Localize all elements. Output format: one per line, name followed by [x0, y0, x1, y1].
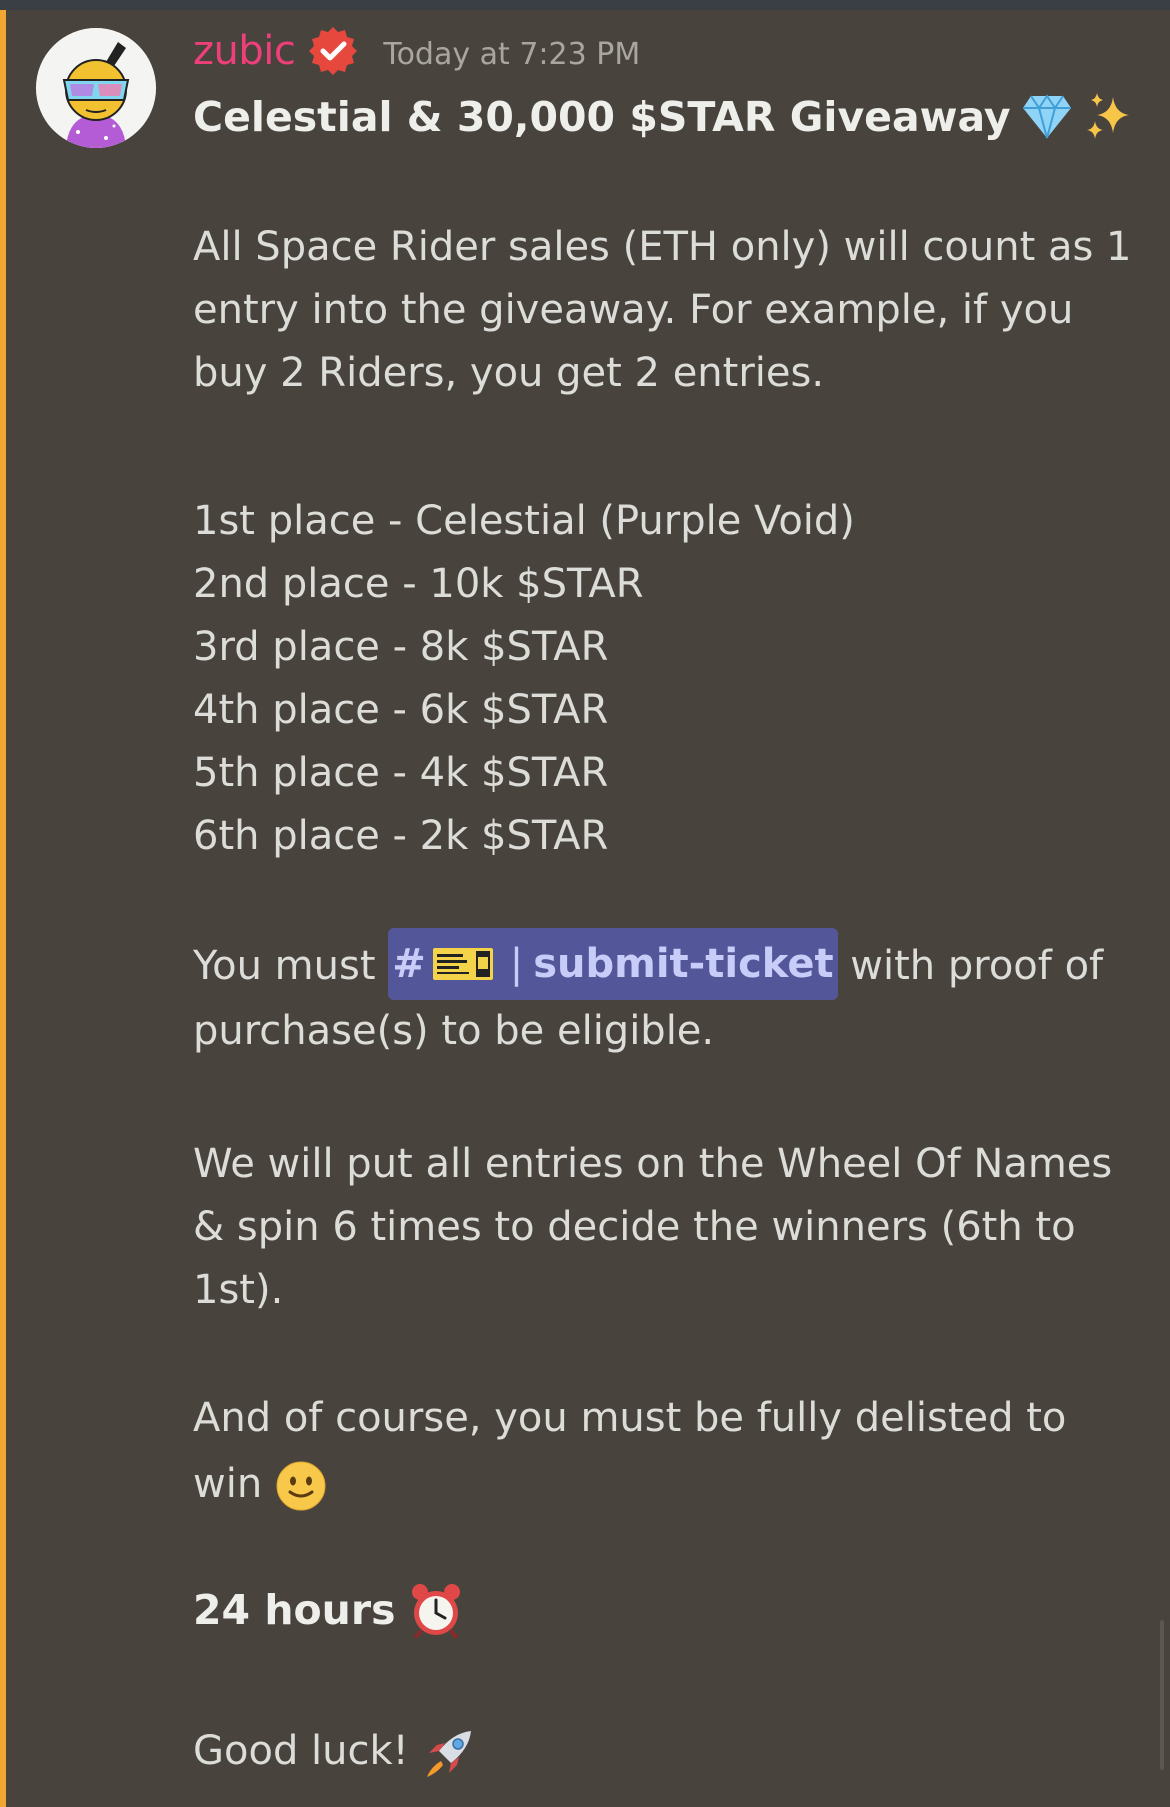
text-fragment: win [193, 1461, 263, 1507]
prize-item: 1st place - Celestial (Purple Void) [193, 498, 855, 544]
sparkles-icon [1086, 93, 1129, 139]
channel-divider: | [509, 940, 524, 987]
message-header: zubic Today at 7:23 PM [193, 20, 1143, 82]
text-line: & spin 6 times to decide the winners (6t… [193, 1204, 1076, 1250]
gem-icon [1022, 94, 1071, 139]
channel-name: submit-ticket [533, 940, 834, 987]
paragraph-delisted: And of course, you must be fully deliste… [193, 1385, 1153, 1517]
text-line: buy 2 Riders, you get 2 entries. [193, 350, 825, 396]
verified-badge-icon [309, 27, 358, 75]
text-line: And of course, you must be fully deliste… [193, 1395, 1067, 1441]
text-line: All Space Rider sales (ETH only) will co… [193, 224, 1132, 270]
paragraph-entries: All Space Rider sales (ETH only) will co… [193, 216, 1153, 405]
duration-line: 24 hours [193, 1582, 464, 1638]
text-fragment: You must [193, 943, 376, 989]
prize-item: 5th place - 4k $STAR [193, 750, 609, 796]
top-bar [0, 0, 1170, 10]
prize-item: 3rd place - 8k $STAR [193, 624, 609, 670]
username[interactable]: zubic [193, 28, 296, 74]
prize-item: 2nd place - 10k $STAR [193, 561, 644, 607]
text-line: We will put all entries on the Wheel Of … [193, 1141, 1113, 1187]
scrollbar[interactable] [1160, 1620, 1164, 1770]
text-line: entry into the giveaway. For example, if… [193, 287, 1074, 333]
message-title: Celestial & 30,000 $STAR Giveaway [193, 86, 1143, 148]
text-line: win [193, 1451, 1153, 1517]
text-line: Good luck! [193, 1720, 477, 1783]
message: zubic Today at 7:23 PM Celestial & 30,00… [193, 20, 1143, 1777]
title-text: Celestial & 30,000 $STAR Giveaway [193, 93, 1011, 141]
alarm-clock-icon [411, 1584, 460, 1638]
text-line: 1st). [193, 1267, 284, 1313]
channel-mention-submit-ticket[interactable]: # | submit-ticket [388, 928, 838, 1000]
text-line: You must # | submit-ticket with proof of [193, 928, 1153, 1000]
rocket-icon [427, 1731, 472, 1777]
channel-hash: # [392, 940, 426, 987]
ticket-icon [432, 948, 493, 980]
paragraph-wheel: We will put all entries on the Wheel Of … [193, 1133, 1153, 1322]
prize-item: 4th place - 6k $STAR [193, 687, 609, 733]
closing-text: Good luck! [193, 1728, 409, 1774]
avatar[interactable] [36, 28, 156, 148]
mention-highlight-bar [0, 10, 6, 1807]
paragraph-submit: You must # | submit-ticket with proof of… [193, 928, 1153, 1063]
text-line: purchase(s) to be eligible. [193, 1008, 715, 1054]
prize-list: 1st place - Celestial (Purple Void) 2nd … [193, 490, 855, 868]
timestamp[interactable]: Today at 7:23 PM [383, 31, 640, 72]
prize-item: 6th place - 2k $STAR [193, 813, 609, 859]
closing-line: Good luck! [193, 1720, 477, 1783]
slightly-smiling-face-icon [276, 1461, 326, 1511]
text-fragment: with proof of [850, 943, 1104, 989]
duration-text: 24 hours [193, 1586, 396, 1634]
